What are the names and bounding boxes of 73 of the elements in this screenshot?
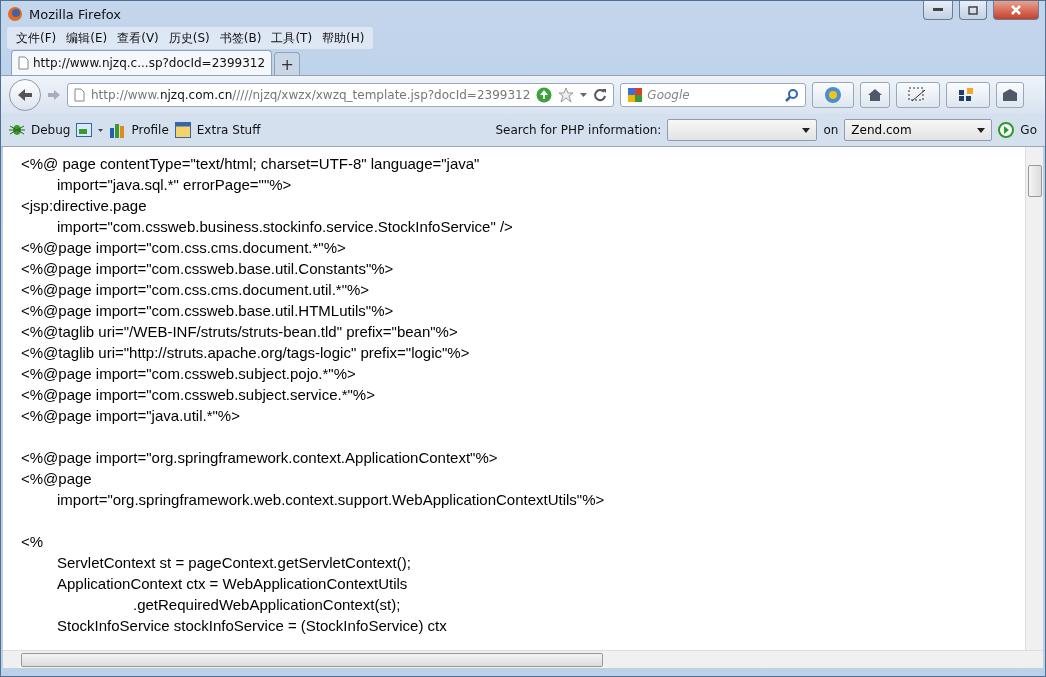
maximize-button[interactable] <box>959 1 987 20</box>
site-dropdown[interactable]: Zend.com <box>844 119 993 141</box>
profile-menu[interactable]: Profile <box>131 123 169 137</box>
address-field[interactable]: http://www.njzq.com.cn/////njzq/xwzx/xwzq_template.jsp?docId=2399312 <box>67 83 615 107</box>
play-icon[interactable] <box>998 122 1015 138</box>
caret-icon <box>802 127 811 133</box>
menu-item[interactable]: 帮助(H) <box>317 29 370 47</box>
home-button[interactable] <box>860 82 891 108</box>
code-line: <%@page import="com.cssweb.base.util.Constants"%> <box>21 259 395 279</box>
new-tab-button[interactable]: + <box>274 52 301 75</box>
menu-item[interactable]: 文件(F) <box>11 29 62 47</box>
code-line: <%@page import="com.cssweb.base.util.HTMLutils"%> <box>21 301 395 321</box>
calendar-icon <box>174 122 191 138</box>
bug-icon <box>9 123 25 137</box>
window-title: Mozilla Firefox <box>29 6 121 22</box>
code-line: <%@taglib uri="http://struts.apache.org/tags-logic" prefix="logic"%> <box>21 343 471 363</box>
code-line: <%@page import="java.util.*"%> <box>21 406 241 426</box>
home-icon <box>867 88 884 102</box>
code-line: import="com.cssweb.business.stockinfo.service.StockInfoService" /> <box>56 217 514 237</box>
page-icon <box>18 56 29 70</box>
menu-item[interactable]: 书签(B) <box>214 29 267 47</box>
page-icon <box>74 88 85 102</box>
menu-item[interactable]: 编辑(E) <box>61 29 113 47</box>
code-line: <%@page import="com.cssweb.subject.pojo.*"%> <box>21 364 357 384</box>
caret-icon <box>977 127 986 133</box>
search-dropdown[interactable] <box>667 119 818 141</box>
go-button[interactable]: Go <box>1020 123 1037 137</box>
code-line: <%@page import="com.cssweb.subject.service.*"%> <box>21 385 376 405</box>
close-button[interactable] <box>993 1 1039 20</box>
caret-icon[interactable] <box>98 128 104 132</box>
maximize-icon <box>968 5 978 15</box>
code-line: <%@page import="org.springframework.context.ApplicationContext"%> <box>21 448 499 468</box>
menu-item[interactable]: 查看(V) <box>112 29 164 47</box>
screenshot-button[interactable] <box>896 82 941 108</box>
vertical-scrollbar[interactable] <box>1025 147 1043 650</box>
menu-item[interactable]: 历史(S) <box>163 29 215 47</box>
bar-chart-icon <box>109 122 126 138</box>
code-line: <jsp:directive.page <box>21 196 148 216</box>
search-icon[interactable] <box>785 88 800 102</box>
code-line: import="java.sql.*" errorPage=""%> <box>56 175 293 195</box>
google-logo-icon <box>627 87 644 103</box>
reload-icon[interactable] <box>593 88 608 102</box>
back-button[interactable] <box>9 79 41 111</box>
apps-button[interactable] <box>946 82 991 108</box>
minimize-button[interactable] <box>923 1 953 20</box>
back-arrow-icon <box>17 88 33 102</box>
code-line: .getRequiredWebApplicationContext(st); <box>132 595 402 615</box>
minimize-icon <box>933 8 943 12</box>
code-line: ServletContext st = pageContext.getServletContext(); <box>56 553 412 573</box>
debug-menu[interactable]: Debug <box>31 123 71 137</box>
code-line: import="org.springframework.web.context.support.WebApplicationContextUtils"%> <box>56 490 606 510</box>
window-icon[interactable] <box>76 123 93 137</box>
on-label: on <box>823 123 839 137</box>
code-line: <%@page import="com.css.cms.document.util.*"%> <box>21 280 371 300</box>
horizontal-scrollbar[interactable] <box>3 650 1043 668</box>
code-line: <%@page <box>21 469 93 489</box>
code-line: <% <box>21 532 45 552</box>
close-icon <box>1011 5 1021 15</box>
code-line: <%@ page contentType="text/html; charset=UTF-8" language="java" <box>21 154 481 174</box>
code-line: StockInfoService stockInfoService = (StockInfoService) ctx <box>56 616 448 636</box>
code-line: <%@taglib uri="/WEB-INF/struts/struts-bean.tld" prefix="bean"%> <box>21 322 459 342</box>
menu-item[interactable]: 工具(T) <box>266 29 318 47</box>
mail-button[interactable] <box>996 82 1025 108</box>
search-label: Search for PHP information: <box>495 123 662 137</box>
star-icon[interactable] <box>558 87 575 103</box>
addon-button[interactable] <box>812 82 855 108</box>
code-line: <%@page import="com.css.cms.document.*"%> <box>21 238 347 258</box>
caret-icon[interactable] <box>580 93 588 97</box>
extra-stuff-menu[interactable]: Extra Stuff <box>196 123 261 137</box>
browser-tab[interactable]: http://www.njzq.c...sp?docId=2399312 <box>11 50 273 75</box>
firefox-logo-icon <box>7 6 23 22</box>
search-field[interactable]: Google <box>620 83 807 107</box>
code-line: ApplicationContext ctx = WebApplicationContextUtils <box>56 574 409 594</box>
